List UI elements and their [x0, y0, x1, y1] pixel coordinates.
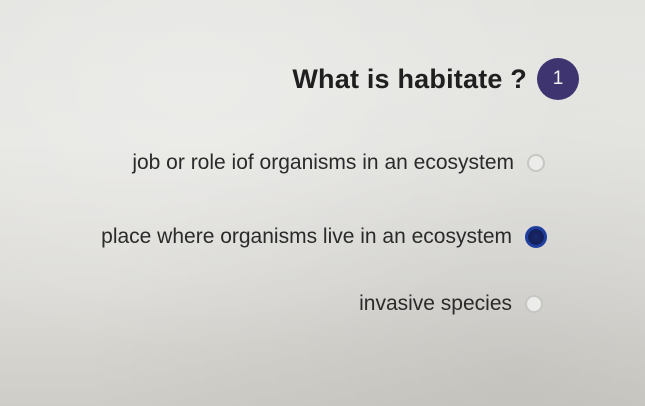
quiz-screen: What is habitate ? 1 job or role iof org…: [0, 0, 645, 406]
answer-option-label: place where organisms live in an ecosyst…: [101, 225, 512, 248]
answer-option-3[interactable]: invasive species: [359, 292, 543, 316]
answer-option-label: invasive species: [359, 292, 512, 315]
answer-option-1[interactable]: job or role iof organisms in an ecosyste…: [132, 151, 545, 175]
radio-selected-icon[interactable]: [525, 226, 547, 248]
question-text: What is habitate ?: [292, 64, 527, 94]
answer-option-label: job or role iof organisms in an ecosyste…: [132, 151, 514, 174]
question-number-badge: 1: [537, 58, 579, 100]
radio-unselected-icon[interactable]: [525, 295, 543, 313]
answer-option-2[interactable]: place where organisms live in an ecosyst…: [101, 225, 547, 249]
radio-unselected-icon[interactable]: [527, 154, 545, 172]
